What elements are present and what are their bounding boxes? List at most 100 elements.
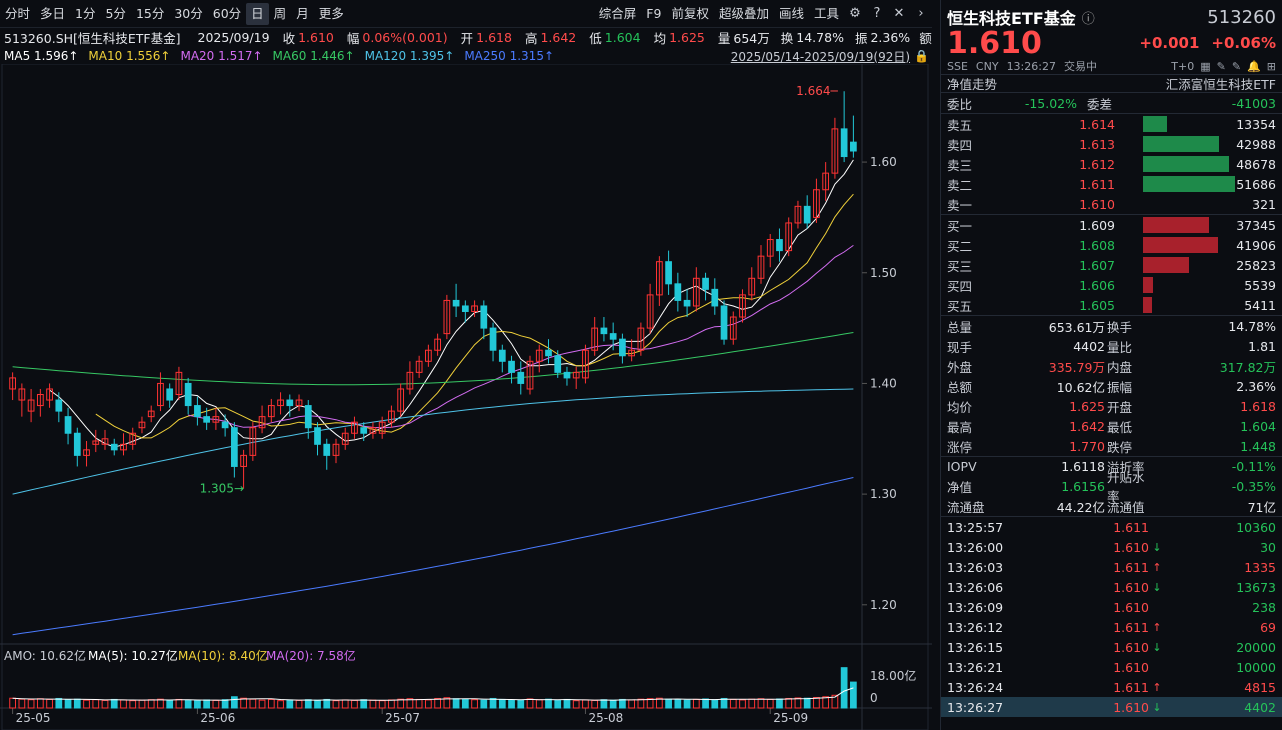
ask-level[interactable]: 卖一 1.610 321 — [941, 194, 1282, 214]
period-tab-8[interactable]: 周 — [269, 3, 292, 25]
chevron-right-icon[interactable]: › — [910, 6, 932, 21]
trade-row[interactable]: 13:26:00 1.610 ↓ 30 — [941, 537, 1282, 557]
volume-bar — [498, 698, 506, 709]
volume-bar — [286, 699, 294, 709]
volume-bar — [240, 697, 247, 709]
turn-value: 14.78% — [796, 29, 844, 45]
trade-row[interactable]: 13:26:12 1.611 ↑ 69 — [941, 617, 1282, 637]
volume-bar — [609, 699, 617, 709]
period-tab-3[interactable]: 5分 — [100, 3, 130, 25]
candle-body — [73, 432, 81, 456]
candle-body — [64, 416, 72, 434]
stat-value: 2.36% — [1236, 378, 1276, 394]
volume-bar — [739, 699, 746, 709]
level-price: 1.605 — [1079, 297, 1115, 313]
trade-row[interactable]: 13:26:15 1.610 ↓ 20000 — [941, 637, 1282, 657]
level-volume: 25823 — [1236, 257, 1276, 273]
high-value: 1.642 — [540, 29, 577, 45]
trade-time: 13:26:27 — [947, 699, 1004, 715]
period-tab-4[interactable]: 15分 — [131, 3, 169, 25]
bid-level[interactable]: 买五 1.605 5411 — [941, 295, 1282, 315]
trade-row[interactable]: 13:26:09 1.610 238 — [941, 597, 1282, 617]
amo-label-0: AMO: 10.62亿 — [4, 648, 86, 663]
level-label: 卖三 — [947, 157, 973, 173]
order-diff-value: -41003 — [1231, 95, 1276, 111]
volume-bar — [221, 699, 229, 709]
bid-level[interactable]: 买二 1.608 41906 — [941, 235, 1282, 255]
volume-bar — [637, 698, 645, 709]
tool-button-5[interactable]: 工具 — [809, 3, 844, 25]
y-tick-label: 1.20 — [870, 598, 897, 612]
period-tab-10[interactable]: 更多 — [314, 3, 349, 25]
alert-icon[interactable]: 🔔 — [1247, 60, 1261, 73]
trade-time: 13:25:57 — [947, 519, 1004, 535]
trade-direction-icon: ↓ — [1152, 580, 1162, 594]
exchange-label: SSE — [947, 59, 968, 73]
period-tab-6[interactable]: 60分 — [208, 3, 246, 25]
tool-button-2[interactable]: 前复权 — [666, 3, 714, 25]
volume-bar — [1143, 156, 1230, 172]
tool-button-4[interactable]: 画线 — [774, 3, 809, 25]
trade-direction-icon: ↓ — [1152, 640, 1162, 654]
ask-level[interactable]: 卖五 1.614 13354 — [941, 114, 1282, 134]
ma60-line — [12, 332, 854, 386]
ask-level[interactable]: 卖四 1.613 42988 — [941, 134, 1282, 154]
trade-row[interactable]: 13:26:21 1.610 10000 — [941, 657, 1282, 677]
info-icon[interactable]: ⓘ — [1082, 8, 1095, 27]
trade-row[interactable]: 13:26:24 1.611 ↑ 4815 — [941, 677, 1282, 697]
ask-level[interactable]: 卖二 1.611 51686 — [941, 174, 1282, 194]
amp-label: 幅 — [346, 30, 360, 46]
pen-icon-2[interactable]: ✎ — [1232, 60, 1241, 73]
trade-time: 13:26:21 — [947, 659, 1004, 675]
period-tab-0[interactable]: 分时 — [0, 3, 35, 25]
trade-row[interactable]: 13:26:03 1.611 ↑ 1335 — [941, 557, 1282, 577]
bid-level[interactable]: 买一 1.609 37345 — [941, 215, 1282, 235]
period-tab-9[interactable]: 月 — [291, 3, 314, 25]
trade-time: 13:26:00 — [947, 539, 1004, 555]
trade-row[interactable]: 13:25:57 1.611 10360 — [941, 517, 1282, 537]
trade-row[interactable]: 13:26:06 1.610 ↓ 13673 — [941, 577, 1282, 597]
trade-price: 1.610 — [1113, 659, 1149, 675]
tool-button-3[interactable]: 超级叠加 — [714, 3, 774, 25]
stat-value: -0.11% — [1231, 459, 1276, 474]
gear-icon[interactable]: ⚙ — [844, 6, 866, 21]
kline-chart[interactable]: 1.60 1.50 1.40 1.30 1.20 25-05 25-06 25-07 25-08… — [0, 64, 932, 730]
bid-level[interactable]: 买四 1.606 5539 — [941, 275, 1282, 295]
nav-trend-label[interactable]: 净值走势 — [947, 74, 997, 93]
candle-body — [702, 277, 709, 290]
tool-button-1[interactable]: F9 — [641, 3, 666, 25]
candle-body — [803, 205, 811, 224]
date-range-link[interactable]: 2025/05/14-2025/09/19(92日) — [731, 48, 910, 65]
period-tab-2[interactable]: 1分 — [70, 3, 100, 25]
grid-icon[interactable]: ⊞ — [1267, 60, 1276, 73]
nav-trend-row[interactable]: 净值走势 汇添富恒生科技ETF — [941, 74, 1282, 93]
close-icon[interactable]: ✕ — [888, 6, 910, 21]
calendar-icon[interactable]: ▦ — [1200, 60, 1210, 73]
volume-bar — [674, 699, 682, 709]
pen-icon[interactable]: ✎ — [1217, 60, 1226, 73]
amo-label-2: MA(10): 8.40亿 — [178, 648, 268, 663]
period-tab-1[interactable]: 多日 — [35, 3, 70, 25]
ma10-legend: MA10 1.556↑ — [88, 49, 171, 63]
lock-icon[interactable]: 🔒 — [914, 49, 929, 63]
tool-button-0[interactable]: 综合屏 — [594, 3, 642, 25]
candle-body — [314, 427, 321, 445]
high-price-label: 1.664─ — [796, 84, 838, 98]
currency-label: CNY — [975, 59, 999, 73]
candle-body — [203, 416, 211, 423]
security-code: 513260.SH[恒生科技ETF基金] — [4, 30, 181, 46]
period-tab-5[interactable]: 30分 — [169, 3, 207, 25]
volume-bar — [138, 699, 146, 709]
trade-price: 1.611 — [1113, 679, 1149, 695]
period-tab-7[interactable]: 日 — [246, 2, 269, 25]
level-volume: 321 — [1252, 196, 1276, 212]
volume-bar — [535, 699, 543, 709]
trade-price: 1.610 — [1113, 639, 1149, 655]
help-icon[interactable]: ? — [866, 6, 888, 21]
trade-volume: 4402 — [1244, 699, 1276, 715]
bid-level[interactable]: 买三 1.607 25823 — [941, 255, 1282, 275]
stat-label: 开盘 — [1107, 399, 1133, 415]
trade-row[interactable]: 13:26:27 1.610 ↓ 4402 — [941, 697, 1282, 717]
volume-bar — [1143, 257, 1189, 273]
ask-level[interactable]: 卖三 1.612 48678 — [941, 154, 1282, 174]
